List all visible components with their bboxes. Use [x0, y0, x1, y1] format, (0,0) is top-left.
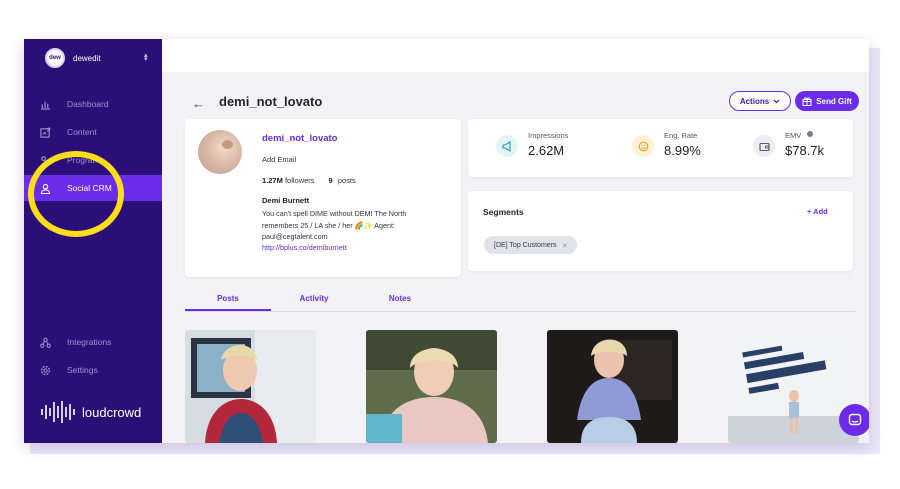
post-thumbnail[interactable]	[185, 330, 316, 443]
top-bar	[162, 39, 869, 72]
profile-name: Demi Burnett	[262, 196, 310, 205]
updown-caret-icon[interactable]: ▴ ▾	[144, 52, 148, 63]
sound-wave-icon	[41, 401, 75, 423]
actions-label: Actions	[739, 96, 770, 106]
close-icon[interactable]: ×	[563, 241, 568, 250]
profile-handle[interactable]: demi_not_lovato	[262, 133, 338, 144]
segment-tag: [DE] Top Customers ×	[484, 236, 578, 254]
send-gift-label: Send Gift	[816, 96, 852, 106]
post-thumbnail[interactable]	[366, 330, 497, 443]
tab-notes[interactable]: Notes	[357, 294, 443, 311]
tab-activity[interactable]: Activity	[271, 294, 357, 311]
posts-label: posts	[337, 176, 356, 185]
sidebar-item-label: Content	[67, 127, 97, 137]
chat-launcher-button[interactable]	[839, 404, 869, 436]
sidebar: dew dewedit ▴ ▾ Dashboard Content Program…	[24, 39, 162, 443]
sidebar-item-integrations[interactable]: Integrations	[24, 329, 162, 355]
segments-title: Segments	[483, 207, 524, 217]
metric-value: 2.62M	[528, 143, 565, 158]
workspace-switcher[interactable]: dew dewedit	[45, 48, 101, 68]
sidebar-item-label: Dashboard	[67, 99, 109, 109]
tab-posts[interactable]: Posts	[185, 294, 271, 311]
image-edit-icon	[40, 126, 51, 138]
sidebar-item-label: Settings	[67, 365, 98, 375]
actions-button[interactable]: Actions	[729, 91, 791, 111]
highlight-circle	[28, 151, 124, 237]
brand-name: loudcrowd	[82, 404, 142, 420]
sidebar-item-settings[interactable]: Settings	[24, 357, 162, 383]
app-window: dew dewedit ▴ ▾ Dashboard Content Program…	[24, 39, 869, 443]
segment-tag-label: [DE] Top Customers	[494, 241, 557, 249]
post-photo-2	[366, 330, 497, 443]
profile-link[interactable]: http://bplus.co/demiburnett	[262, 243, 347, 252]
posts-count: 9	[328, 176, 333, 185]
smile-icon	[632, 135, 654, 157]
metric-label: EMV	[785, 131, 824, 140]
workspace-name: dewedit	[73, 53, 101, 63]
wallet-icon	[753, 135, 775, 157]
metrics-card: Impressions 2.62M Eng. Rate 8.99% EMV $7…	[468, 119, 853, 177]
workspace-avatar: dew	[45, 48, 65, 68]
followers-label: followers	[284, 176, 315, 185]
segments-card: Segments + Add [DE] Top Customers ×	[468, 191, 853, 271]
avatar	[198, 130, 242, 174]
integrations-icon	[40, 337, 51, 348]
megaphone-icon	[496, 135, 518, 157]
brand-logo: loudcrowd	[40, 400, 141, 424]
metric-impressions: Impressions 2.62M	[496, 131, 568, 158]
post-photo-1	[185, 330, 316, 443]
send-gift-button[interactable]: Send Gift	[795, 91, 859, 111]
sidebar-item-content[interactable]: Content	[24, 119, 162, 145]
metric-label: Eng. Rate	[664, 131, 698, 140]
gear-icon	[40, 365, 51, 375]
sidebar-item-label: Integrations	[67, 337, 112, 347]
profile-tabs: Posts Activity Notes	[185, 294, 855, 312]
post-photo-3	[547, 330, 678, 443]
add-segment-button[interactable]: + Add	[807, 207, 828, 216]
metric-emv: EMV $78.7k	[753, 131, 824, 158]
metric-value: $78.7k	[785, 143, 825, 158]
gift-icon	[802, 97, 812, 106]
main-content: ← demi_not_lovato Actions Send Gift demi…	[162, 72, 869, 443]
post-thumbnail[interactable]	[547, 330, 678, 443]
back-arrow-icon[interactable]: ←	[192, 96, 205, 111]
info-icon[interactable]	[807, 131, 814, 137]
metric-value: 8.99%	[664, 143, 701, 158]
profile-stats: 1.27M followers 9 posts	[262, 176, 356, 185]
metric-label: Impressions	[528, 131, 569, 140]
page-title: demi_not_lovato	[219, 94, 323, 109]
profile-card: demi_not_lovato Add Email 1.27M follower…	[185, 119, 461, 277]
followers-count: 1.27M	[262, 176, 283, 185]
chevron-down-icon	[773, 99, 780, 103]
bar-chart-icon	[40, 101, 51, 110]
metric-eng-rate: Eng. Rate 8.99%	[632, 131, 701, 158]
sidebar-item-dashboard[interactable]: Dashboard	[24, 91, 162, 117]
profile-bio: You can't spell DIME without DEMI The No…	[262, 209, 407, 241]
chat-icon	[848, 413, 862, 426]
add-email-link[interactable]: Add Email	[262, 155, 296, 164]
